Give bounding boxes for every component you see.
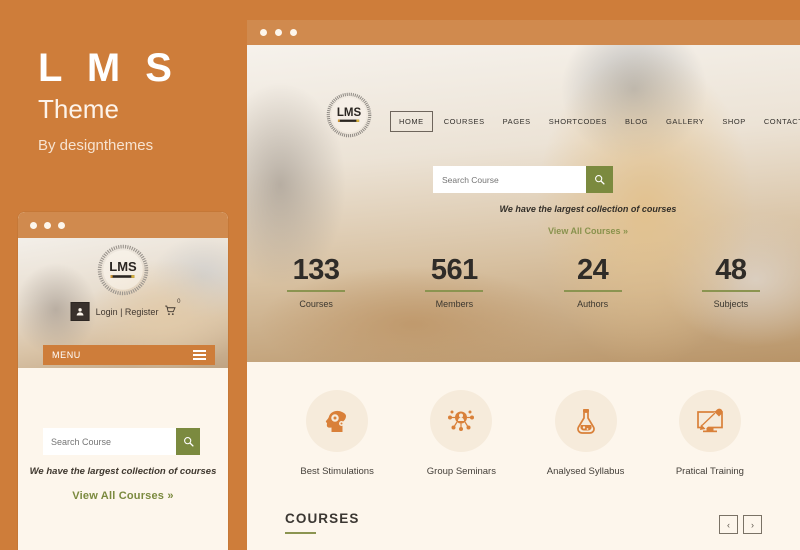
desktop-hero: LMS HOME COURSES PAGES SHORTCODES BLOG G… (247, 45, 800, 362)
cart-count-badge: 0 (177, 298, 181, 305)
svg-text:LMS: LMS (109, 259, 137, 274)
flask-icon (576, 409, 595, 434)
view-all-courses-link[interactable]: View All Courses » (433, 226, 743, 236)
feature-icon-circle (678, 390, 741, 452)
stat-courses: 133 Courses (247, 254, 385, 309)
nav-item-home[interactable]: HOME (390, 111, 433, 132)
cart-icon[interactable]: 0 (164, 299, 180, 321)
search-icon (595, 175, 605, 185)
monitor-pen-icon (697, 408, 723, 433)
feature-label: Group Seminars (426, 466, 496, 477)
stat-value: 48 (715, 254, 747, 286)
page-title: L M S (38, 46, 179, 90)
window-dot-minimize[interactable] (275, 29, 282, 36)
feature-label: Best Stimulations (300, 466, 374, 477)
stat-subjects: 48 Subjects (662, 254, 800, 309)
svg-text:LMS: LMS (337, 107, 362, 119)
desktop-search-form (433, 166, 613, 193)
mobile-menu-bar[interactable]: MENU (43, 345, 215, 365)
search-input[interactable] (433, 166, 586, 193)
carousel-prev-button[interactable]: ‹ (719, 515, 738, 534)
section-title: COURSES (285, 511, 360, 526)
carousel-controls: ‹ › (719, 515, 762, 534)
window-dot-close[interactable] (30, 221, 37, 229)
window-dot-maximize[interactable] (58, 221, 65, 229)
feature-group-seminars[interactable]: Group Seminars (399, 390, 523, 477)
main-navigation: HOME COURSES PAGES SHORTCODES BLOG GALLE… (390, 111, 800, 132)
page-byline: By designthemes (38, 137, 154, 154)
lms-logo-icon[interactable]: LMS (326, 92, 372, 138)
nav-item-shortcodes[interactable]: SHORTCODES (540, 117, 616, 126)
window-dot-minimize[interactable] (44, 221, 51, 229)
search-input[interactable] (43, 428, 176, 455)
window-dot-maximize[interactable] (290, 29, 297, 36)
stat-rule (425, 290, 484, 292)
search-button[interactable] (176, 428, 200, 455)
desktop-preview-window: LMS HOME COURSES PAGES SHORTCODES BLOG G… (247, 20, 800, 550)
stat-label: Courses (299, 298, 333, 309)
courses-title-group: COURSES (285, 511, 359, 534)
stat-label: Members (435, 298, 474, 309)
head-gear-icon (325, 410, 347, 432)
mobile-menu-label: MENU (52, 350, 81, 360)
stat-label: Authors (577, 298, 609, 309)
login-register-link[interactable]: Login | Register (96, 307, 159, 317)
search-button[interactable] (586, 166, 613, 193)
stat-value: 561 (430, 254, 478, 286)
mobile-search-form (43, 428, 200, 455)
cart-glyph-icon (164, 305, 176, 315)
stat-label: Subjects (713, 298, 749, 309)
user-icon[interactable] (70, 302, 90, 321)
feature-icon-circle (554, 390, 617, 452)
mobile-preview-window: LMS Login | Register 0 MENU Search Cours… (18, 212, 228, 550)
nav-item-courses[interactable]: COURSES (435, 117, 494, 126)
feature-pratical-training[interactable]: Pratical Training (648, 390, 772, 477)
nav-item-contact[interactable]: CONTACT (755, 117, 800, 126)
screenshot-root: L M S Theme By designthemes LMS Login | … (0, 0, 800, 550)
hero-tagline: We have the largest collection of course… (499, 204, 677, 214)
nav-item-gallery[interactable]: GALLERY (657, 117, 713, 126)
nav-item-shop[interactable]: SHOP (713, 117, 754, 126)
stat-rule (563, 290, 622, 292)
hamburger-menu-icon[interactable] (193, 348, 206, 362)
network-people-icon (448, 410, 475, 431)
mobile-tagline: We have the largest collection of course… (29, 466, 217, 477)
section-title-rule (285, 532, 316, 534)
feature-best-stimulations[interactable]: Best Stimulations (275, 390, 399, 477)
stat-members: 561 Members (385, 254, 523, 309)
window-dot-close[interactable] (260, 29, 267, 36)
feature-icon-circle (430, 390, 493, 452)
feature-analysed-syllabus[interactable]: Analysed Syllabus (524, 390, 648, 477)
mobile-window-titlebar (18, 212, 228, 238)
stat-rule (287, 290, 346, 292)
nav-item-blog[interactable]: BLOG (616, 117, 657, 126)
features-row: Best Stimulations Group Seminars Analyse… (247, 362, 800, 477)
mobile-account-area: Login | Register 0 (70, 299, 180, 321)
stat-authors: 24 Authors (524, 254, 662, 309)
stats-counters: 133 Courses 561 Members 24 Authors 48 Su… (247, 254, 800, 309)
carousel-next-button[interactable]: › (743, 515, 762, 534)
feature-label: Analysed Syllabus (546, 466, 625, 477)
search-icon (183, 437, 194, 447)
feature-label: Pratical Training (675, 466, 744, 477)
view-all-courses-link[interactable]: View All Courses » (18, 490, 228, 502)
lms-logo-icon[interactable]: LMS (97, 244, 149, 296)
courses-section-header: COURSES ‹ › (247, 477, 800, 534)
nav-item-pages[interactable]: PAGES (494, 117, 540, 126)
feature-icon-circle (306, 390, 369, 452)
stat-rule (701, 290, 760, 292)
stat-value: 133 (292, 254, 340, 286)
stat-value: 24 (576, 254, 609, 286)
desktop-window-titlebar (247, 20, 800, 45)
user-glyph-icon (76, 308, 84, 316)
page-subtitle: Theme (38, 94, 119, 124)
